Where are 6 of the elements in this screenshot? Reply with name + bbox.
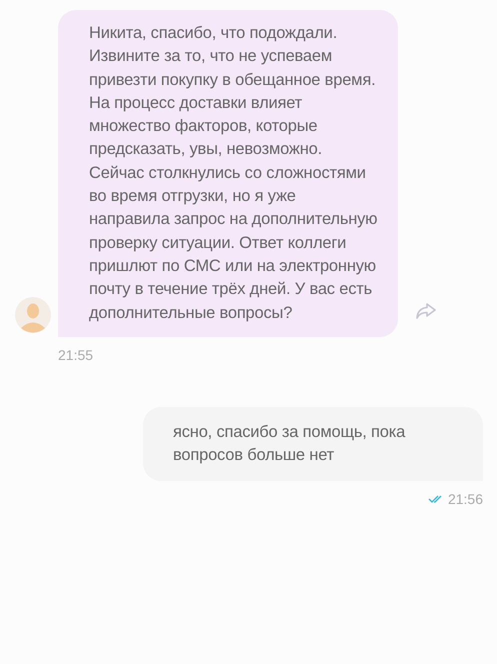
message-time: 21:55 <box>58 346 94 363</box>
share-icon[interactable] <box>416 302 436 319</box>
message-time: 21:56 <box>448 491 483 508</box>
avatar-icon <box>15 296 51 333</box>
message-text: ясно, спасибо за помощь, пока вопросов больше нет <box>173 422 406 466</box>
message-text: Никита, спасибо, что подождали. Извините за то, что не успеваем привезти покупку в обещанное время. На процесс доставки влияет множество факторов, которые предсказать, увы, невозможно. Сейчас столкнулись со сложностями во время отгрузки, но я уже направила запрос на дополнительную проверку ситуации. Ответ коллеги пришлют по СМС или на электронную почту в течение трёх дней. У вас есть дополнительные вопросы? <box>89 23 378 324</box>
